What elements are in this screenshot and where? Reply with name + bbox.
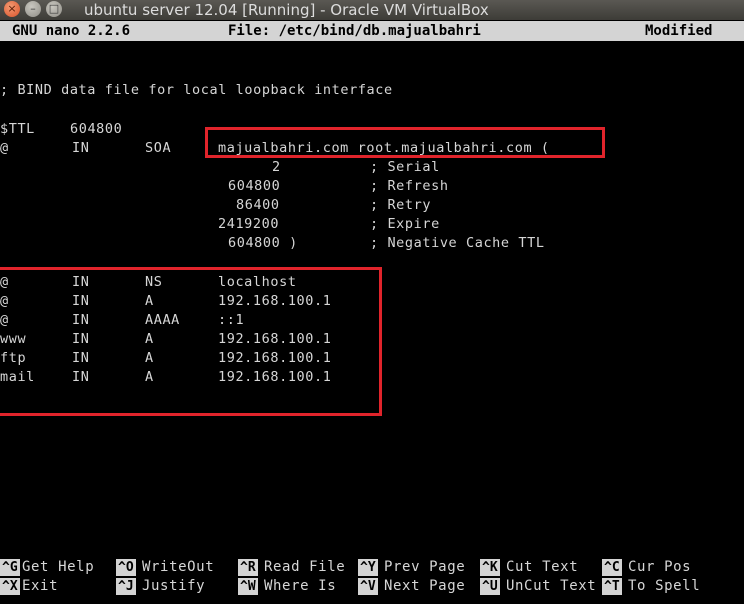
shortcut-key[interactable]: ^T — [602, 578, 622, 595]
file-name: File: /etc/bind/db.majualbahri — [228, 23, 481, 39]
maximize-icon[interactable]: □ — [46, 1, 62, 17]
soa-value: 604800 ) — [228, 235, 298, 251]
shortcut-get-help[interactable]: Get Help — [22, 559, 94, 576]
shortcut-key[interactable]: ^J — [116, 578, 136, 595]
shortcut-read-file[interactable]: Read File — [264, 559, 345, 576]
nano-header-bar: GNU nano 2.2.6 File: /etc/bind/db.majual… — [0, 21, 744, 41]
close-icon[interactable]: × — [4, 1, 20, 17]
shortcut-next-page[interactable]: Next Page — [384, 578, 465, 595]
soa-value: 2 — [272, 159, 281, 175]
shortcut-cut-text[interactable]: Cut Text — [506, 559, 578, 576]
record-name: $TTL — [0, 121, 35, 137]
minimize-icon[interactable]: – — [25, 1, 41, 17]
window-title-bar: × – □ ubuntu server 12.04 [Running] - Or… — [0, 0, 744, 20]
shortcut-writeout[interactable]: WriteOut — [142, 559, 214, 576]
editor-area[interactable]: ; BIND data file for local loopback inte… — [0, 41, 744, 556]
shortcut-exit[interactable]: Exit — [22, 578, 58, 595]
shortcut-key[interactable]: ^Y — [358, 559, 378, 576]
shortcut-justify[interactable]: Justify — [142, 578, 205, 595]
soa-comment: ; Retry — [370, 197, 432, 213]
soa-highlight-box — [205, 127, 605, 158]
shortcut-key[interactable]: ^W — [238, 578, 258, 595]
records-highlight-box — [0, 267, 382, 416]
record-type: SOA — [145, 140, 172, 156]
record-ttl: 604800 — [70, 121, 123, 137]
shortcut-key[interactable]: ^G — [0, 559, 20, 576]
shortcut-key[interactable]: ^U — [480, 578, 500, 595]
record-class: IN — [72, 140, 90, 156]
shortcut-cur-pos[interactable]: Cur Pos — [628, 559, 691, 576]
soa-comment: ; Expire — [370, 216, 440, 232]
soa-value: 604800 — [228, 178, 281, 194]
shortcut-uncut-text[interactable]: UnCut Text — [506, 578, 596, 595]
modified-status: Modified — [645, 23, 713, 39]
shortcut-key[interactable]: ^R — [238, 559, 258, 576]
soa-value: 86400 — [236, 197, 280, 213]
shortcut-key[interactable]: ^C — [602, 559, 622, 576]
shortcut-key[interactable]: ^V — [358, 578, 378, 595]
soa-value: 2419200 — [218, 216, 280, 232]
soa-comment: ; Refresh — [370, 178, 449, 194]
shortcut-to-spell[interactable]: To Spell — [628, 578, 700, 595]
record-name: @ — [0, 140, 9, 156]
soa-comment: ; Negative Cache TTL — [370, 235, 545, 251]
shortcut-prev-page[interactable]: Prev Page — [384, 559, 465, 576]
shortcut-bar: ^G Get Help ^O WriteOut ^R Read File ^Y … — [0, 556, 744, 604]
nano-version: GNU nano 2.2.6 — [12, 23, 131, 39]
shortcut-key[interactable]: ^X — [0, 578, 20, 595]
soa-comment: ; Serial — [370, 159, 440, 175]
shortcut-where-is[interactable]: Where Is — [264, 578, 336, 595]
shortcut-key[interactable]: ^O — [116, 559, 136, 576]
window-title: ubuntu server 12.04 [Running] - Oracle V… — [84, 1, 489, 19]
comment-line: ; BIND data file for local loopback inte… — [0, 82, 393, 98]
shortcut-key[interactable]: ^K — [480, 559, 500, 576]
